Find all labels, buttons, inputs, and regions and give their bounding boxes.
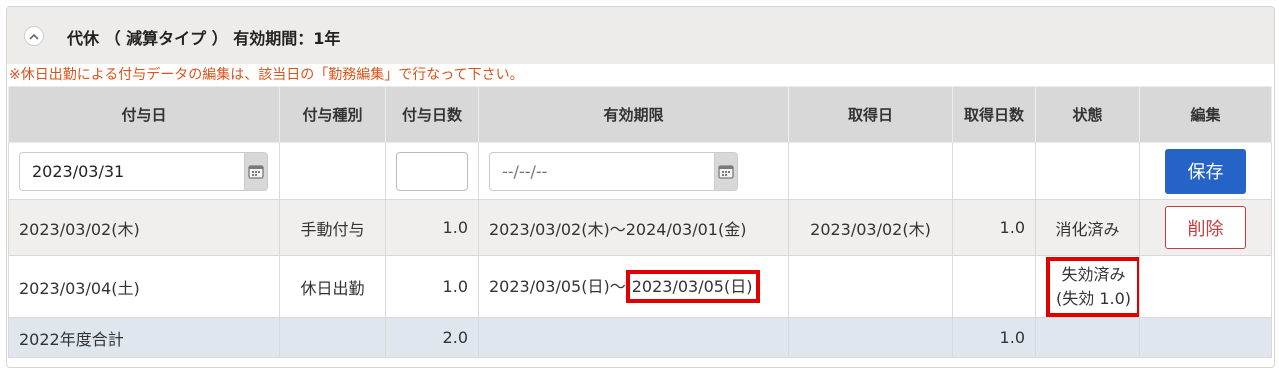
table-header-row: 付与日 付与種別 付与日数 有効期限 取得日 取得日数 状態 編集 [8, 86, 1272, 143]
calendar-button[interactable] [714, 151, 738, 191]
acquired-days [952, 255, 1036, 318]
expiry-date-picker [489, 151, 738, 191]
grant-type: 休日出勤 [279, 255, 386, 318]
grant-date-picker [19, 151, 268, 191]
table-row: 2023/03/04(土) 休日出勤 1.0 2023/03/05(日)～ 202… [8, 255, 1272, 318]
acquired-date-cell [788, 142, 953, 200]
input-row: 保存 [8, 142, 1272, 200]
grant-date-cell [8, 142, 280, 200]
leave-panel: 代休 （ 減算タイプ ） 有効期間：1年 ※休日出勤による付与データの編集は、該… [6, 6, 1275, 368]
grant-days-input[interactable] [396, 151, 468, 191]
edit-cell: 削除 [1139, 199, 1272, 256]
grant-date: 2023/03/04(土) [8, 255, 280, 318]
col-header-acquired-days: 取得日数 [952, 86, 1036, 143]
expiry-start: 2023/03/02(木) [489, 219, 610, 239]
panel-title: 代休 （ 減算タイプ ） 有効期間：1年 [67, 29, 341, 48]
grant-days-cell [385, 142, 479, 200]
col-header-grant-type: 付与種別 [279, 86, 386, 143]
col-header-edit: 編集 [1139, 86, 1272, 143]
grant-days: 1.0 [385, 199, 479, 256]
grant-type: 手動付与 [279, 199, 386, 256]
acquired-days-cell [952, 142, 1036, 200]
expiry-range: 2023/03/05(日)～ 2023/03/05(日) [478, 255, 789, 318]
calendar-button[interactable] [244, 151, 268, 191]
total-edit [1139, 317, 1272, 358]
delete-button[interactable]: 削除 [1165, 206, 1246, 249]
edit-cell [1139, 255, 1272, 318]
total-status [1035, 317, 1140, 358]
calendar-icon [248, 164, 264, 179]
col-header-expiry: 有効期限 [478, 86, 789, 143]
expiry-cell [478, 142, 789, 200]
status-expired-amount: (失効 1.0) [1056, 288, 1132, 308]
save-button[interactable]: 保存 [1165, 148, 1246, 194]
table-row: 2023/03/02(木) 手動付与 1.0 2023/03/02(木)～202… [8, 199, 1272, 256]
status: 失効済み (失効 1.0) [1035, 255, 1140, 318]
acquired-date: 2023/03/02(木) [788, 199, 953, 256]
grant-days: 1.0 [385, 255, 479, 318]
grant-type-cell [279, 142, 386, 200]
expiry-date-input[interactable] [489, 151, 714, 191]
chevron-up-icon [29, 33, 39, 40]
col-header-grant-days: 付与日数 [385, 86, 479, 143]
total-label: 2022年度合計 [8, 317, 280, 358]
col-header-status: 状態 [1035, 86, 1140, 143]
status-cell [1035, 142, 1140, 200]
expiry-separator: ～ [609, 219, 626, 239]
status: 消化済み [1035, 199, 1140, 256]
collapse-button[interactable] [24, 26, 44, 46]
total-row: 2022年度合計 2.0 1.0 [8, 317, 1272, 358]
expiry-range: 2023/03/02(木)～2024/03/01(金) [478, 199, 789, 256]
total-days: 2.0 [385, 317, 479, 358]
grant-table: 付与日 付与種別 付与日数 有効期限 取得日 取得日数 状態 編集 2023/0… [8, 86, 1272, 358]
expiry-end: 2024/03/01(金) [625, 219, 747, 239]
panel-header: 代休 （ 減算タイプ ） 有効期間：1年 [7, 7, 1274, 64]
grant-date-input[interactable] [19, 151, 244, 191]
acquired-date [788, 255, 953, 318]
total-expiry [478, 317, 789, 358]
total-acquired-days: 1.0 [952, 317, 1036, 358]
expiry-separator: ～ [609, 277, 626, 296]
grant-date: 2023/03/02(木) [8, 199, 280, 256]
acquired-days: 1.0 [952, 199, 1036, 256]
total-type [279, 317, 386, 358]
expiry-end-highlight: 2023/03/05(日) [625, 270, 761, 303]
expiry-start: 2023/03/05(日) [489, 277, 610, 296]
edit-notice: ※休日出勤による付与データの編集は、該当日の「勤務編集」で行なって下さい。 [9, 67, 524, 83]
status-highlight: 失効済み (失効 1.0) [1046, 256, 1139, 317]
col-header-acquired-date: 取得日 [788, 86, 953, 143]
total-acquired-date [788, 317, 953, 358]
edit-cell: 保存 [1139, 142, 1272, 200]
status-expired: 失効済み [1061, 264, 1126, 284]
calendar-icon [718, 164, 734, 179]
col-header-grant-date: 付与日 [8, 86, 280, 143]
